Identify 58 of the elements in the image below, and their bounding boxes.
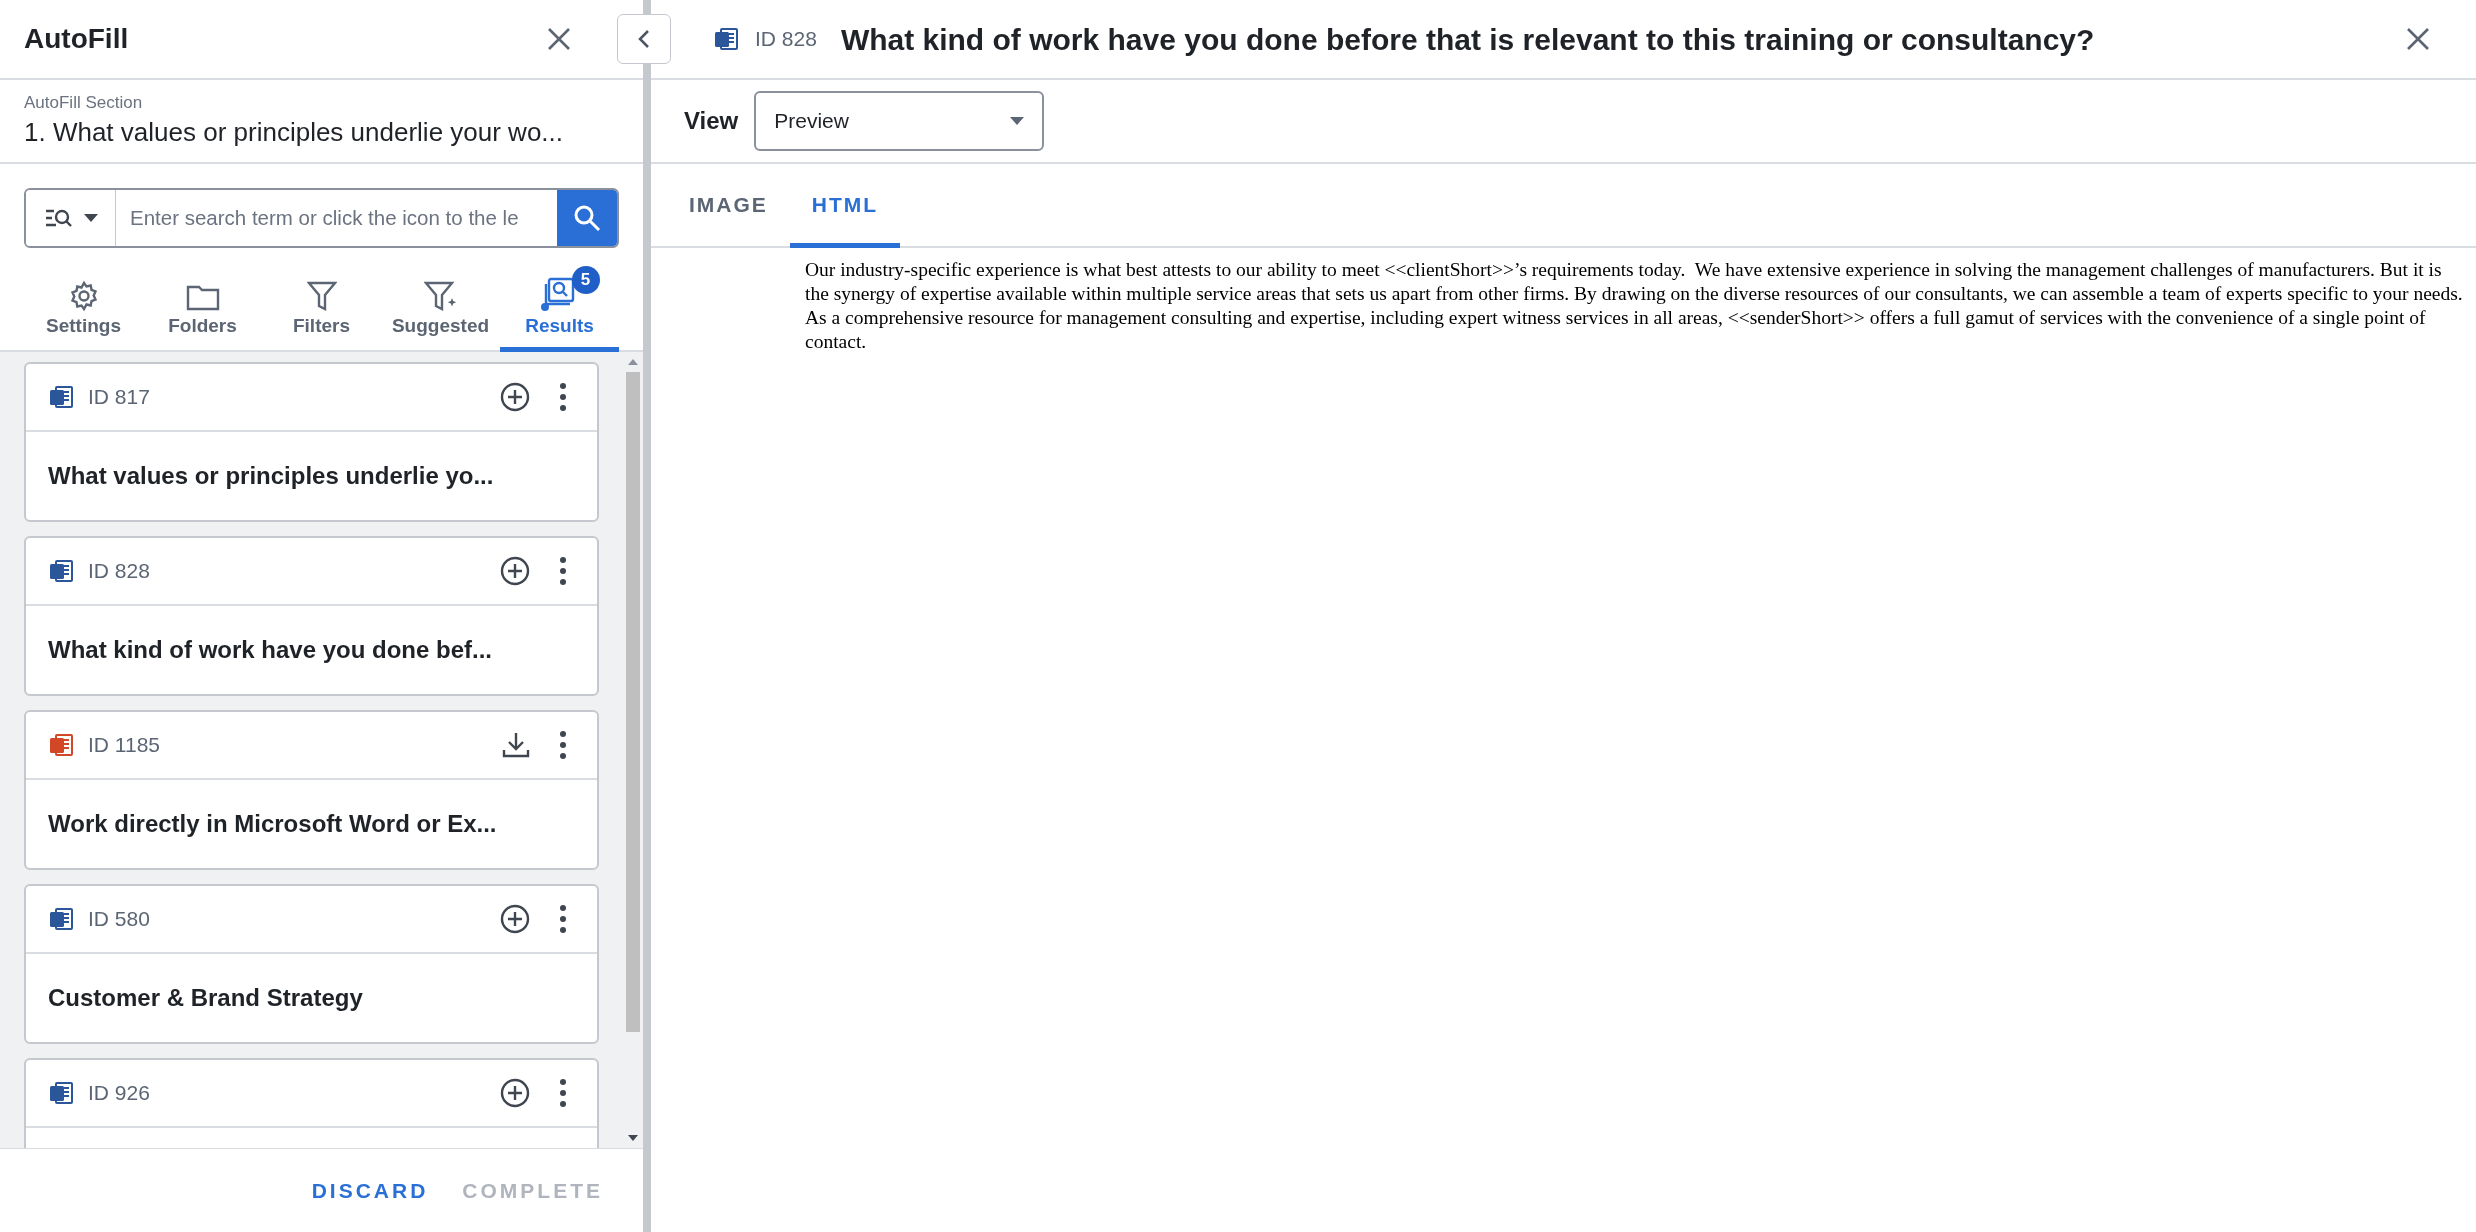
document-id: ID 828 — [755, 26, 817, 53]
add-circle-icon[interactable] — [499, 1076, 531, 1109]
document-id: ID 817 — [88, 383, 151, 410]
result-card[interactable]: ID 926 — [24, 1057, 599, 1148]
tab[interactable]: Settings — [24, 270, 143, 352]
document-id: ID 828 — [88, 557, 151, 584]
add-circle-icon[interactable] — [499, 902, 531, 935]
document-preview-text: Our industry-specific experience is what best attests to our ability to meet <<clientShort>>’s requirements today. We have extensive experience in solving the management challenges of manufacturers. But it is the synergy of expertise available within multiple service areas that sets us apart from other firms. By drawing on the diverse resources of our consultants, we can assemble a team of experts specific to your needs. As a comprehensive resource for management consulting and expertise, including expert witness services in all areas, <<senderShort>> offers a full gamut of services with the convenience of a single point of contact. — [805, 258, 2464, 354]
result-title: Customer & Brand Strategy — [48, 982, 363, 1013]
filter-icon — [306, 280, 337, 312]
sparkle-filter-icon — [423, 280, 458, 312]
scrollbar-thumb[interactable] — [626, 371, 640, 1032]
result-card[interactable]: ID 1185 Work directly in Microsoft Word or Ex... — [24, 709, 599, 870]
tab[interactable]: IMAGE — [667, 166, 790, 248]
document-id: ID 580 — [88, 905, 151, 932]
caret-icon — [1010, 117, 1025, 125]
result-card[interactable]: ID 580 Customer & Brand Strategy — [24, 883, 599, 1044]
word-file-icon — [713, 26, 739, 52]
tab[interactable]: HTML — [789, 166, 901, 248]
result-title: What kind of work have you done bef... — [48, 634, 493, 665]
document-title: What kind of work have you done before that is relevant to this training or consultancy? — [840, 21, 2096, 58]
word-file-icon — [48, 1079, 74, 1106]
result-title: What values or principles underlie yo... — [48, 460, 494, 491]
section-label: AutoFill Section — [24, 92, 144, 114]
footer-button[interactable]: DISCARD — [311, 1174, 429, 1207]
search-mode-dropdown[interactable] — [26, 190, 116, 246]
more-options-icon[interactable] — [559, 903, 567, 934]
result-card[interactable]: ID 828 What kind of work have you done bef... — [24, 535, 599, 696]
more-options-icon[interactable] — [559, 555, 567, 586]
search-button[interactable] — [557, 190, 617, 246]
tab[interactable]: Folders — [143, 270, 262, 352]
add-circle-icon[interactable] — [499, 380, 531, 413]
document-id: ID 1185 — [88, 731, 161, 758]
search-input[interactable]: Enter search term or click the icon to the le — [116, 190, 557, 246]
search-bar[interactable]: Enter search term or click the icon to the le — [24, 188, 619, 248]
more-options-icon[interactable] — [559, 381, 567, 412]
document-id: ID 926 — [88, 1079, 151, 1106]
word-file-icon — [48, 905, 74, 932]
add-circle-icon[interactable] — [499, 554, 531, 587]
tab[interactable]: Suggested — [381, 270, 500, 352]
search-icon — [573, 204, 601, 232]
result-card[interactable]: ID 817 What values or principles underlie yo... — [24, 361, 599, 522]
view-label: View — [684, 106, 739, 136]
result-title: Work directly in Microsoft Word or Ex... — [48, 808, 497, 839]
close-icon[interactable] — [2406, 27, 2430, 51]
more-options-icon[interactable] — [559, 1077, 567, 1108]
panel-title: AutoFill — [24, 22, 129, 56]
powerpoint-file-icon — [48, 731, 74, 758]
close-icon[interactable] — [547, 27, 571, 51]
view-dropdown[interactable]: Preview — [754, 91, 1045, 151]
section-title: 1. What values or principles underlie your wo... — [24, 116, 565, 149]
chevron-left-icon — [637, 29, 651, 49]
count-badge: 5 — [571, 266, 600, 294]
word-file-icon — [48, 383, 74, 410]
tab[interactable]: Filters — [262, 270, 381, 352]
word-file-icon — [48, 557, 74, 584]
caret-icon — [83, 214, 98, 222]
more-options-icon[interactable] — [559, 729, 567, 760]
